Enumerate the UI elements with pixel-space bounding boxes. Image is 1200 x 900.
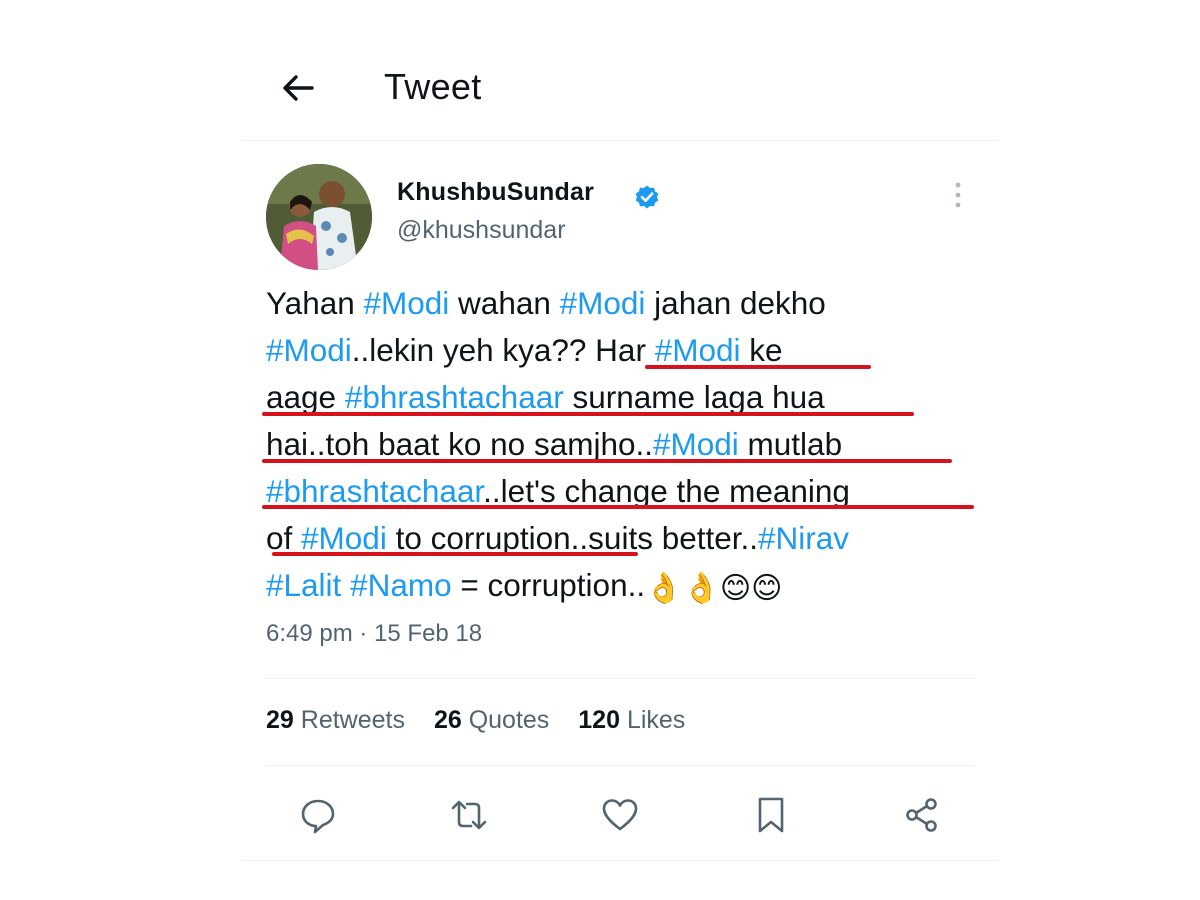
author-name[interactable]: KhushbuSundar (397, 178, 594, 207)
hashtag-link[interactable]: #Modi (560, 285, 646, 321)
tweet-line: #Lalit #Namo = corruption..👌👌😊😊 (266, 562, 986, 609)
author-handle[interactable]: @khushsundar (397, 216, 566, 245)
hashtag-link[interactable]: #Lalit (266, 567, 341, 603)
likes-label: Likes (626, 706, 686, 734)
annotation-underline (262, 505, 974, 509)
page-title: Tweet (384, 66, 482, 107)
tweet-timestamp[interactable]: 6:49 pm · 15 Feb 18 (266, 620, 482, 648)
text-run (341, 567, 350, 603)
hashtag-link[interactable]: #bhrashtachaar (266, 473, 483, 509)
hashtag-link[interactable]: #Modi (364, 285, 450, 321)
likes-count: 120 (578, 706, 620, 734)
divider (266, 678, 974, 679)
text-run: hai..toh baat ko no samjho.. (266, 426, 653, 462)
retweet-icon[interactable] (449, 795, 489, 835)
annotation-underline (262, 459, 952, 463)
retweets-stat[interactable]: 29 Retweets (266, 706, 405, 734)
text-run: to corruption..suits better.. (386, 520, 759, 556)
hashtag-link[interactable]: #Namo (350, 567, 452, 603)
quotes-stat[interactable]: 26 Quotes (434, 706, 549, 734)
hashtag-link[interactable]: #Modi (301, 520, 387, 556)
avatar[interactable] (266, 164, 372, 270)
quotes-count: 26 (433, 706, 462, 734)
text-run: aage (266, 379, 345, 415)
bookmark-icon[interactable] (751, 795, 791, 835)
quotes-label: Quotes (468, 706, 550, 734)
text-run: mutlab (738, 426, 843, 462)
text-run: surname laga hua (563, 379, 825, 415)
hashtag-link[interactable]: #Modi (653, 426, 739, 462)
more-options-icon[interactable] (948, 180, 968, 210)
share-icon[interactable] (902, 795, 942, 835)
arrow-left-icon[interactable] (278, 68, 318, 108)
likes-stat[interactable]: 120 Likes (578, 706, 685, 734)
verified-badge-icon (634, 184, 660, 210)
engagement-stats: 29 Retweets 26 Quotes 120 Likes (266, 706, 707, 735)
text-run: = corruption.. (451, 567, 646, 603)
hashtag-link[interactable]: #Nirav (758, 520, 849, 556)
divider (266, 765, 974, 766)
text-run: Yahan (266, 285, 364, 321)
tweet-line: #Modi..lekin yeh kya?? Har #Modi ke (266, 327, 986, 374)
text-run: wahan (449, 285, 560, 321)
hashtag-link[interactable]: #Modi (655, 332, 741, 368)
annotation-underline (272, 552, 638, 556)
emoji-run: 👌👌😊😊 (645, 572, 783, 605)
tweet-text: Yahan #Modi wahan #Modi jahan dekho #Mod… (266, 280, 986, 609)
reply-icon[interactable] (298, 795, 338, 835)
tweet-line: Yahan #Modi wahan #Modi jahan dekho (266, 280, 986, 327)
annotation-underline (262, 412, 914, 416)
divider (242, 860, 998, 861)
text-run: ke (740, 332, 783, 368)
text-run: of (266, 520, 302, 556)
like-icon[interactable] (600, 795, 640, 835)
hashtag-link[interactable]: #bhrashtachaar (345, 379, 564, 415)
annotation-underline (645, 365, 871, 369)
text-run: ..let's change the meaning (483, 473, 850, 509)
text-run: ..lekin yeh kya?? Har (351, 332, 655, 368)
text-run: jahan dekho (645, 285, 826, 321)
retweets-label: Retweets (300, 706, 405, 734)
tweet-header (242, 40, 998, 141)
retweets-count: 29 (266, 706, 294, 734)
hashtag-link[interactable]: #Modi (266, 332, 352, 368)
